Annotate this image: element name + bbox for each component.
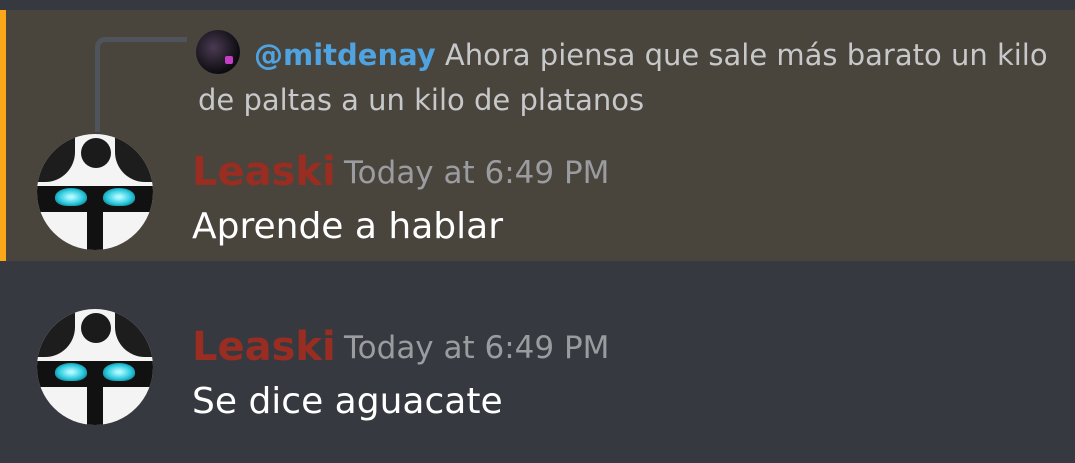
username[interactable]: Leaski (192, 150, 336, 194)
reply-preview[interactable]: @mitdenay Ahora piensa que sale más bara… (198, 33, 1058, 123)
reply-connector (95, 37, 187, 132)
message[interactable]: Leaski Today at 6:49 PM Se dice aguacate (0, 261, 1075, 463)
message-highlighted[interactable]: @mitdenay Ahora piensa que sale más bara… (0, 10, 1075, 261)
author-avatar[interactable] (37, 134, 153, 250)
reply-mention[interactable]: @mitdenay (254, 38, 436, 72)
timestamp[interactable]: Today at 6:49 PM (344, 326, 609, 370)
username[interactable]: Leaski (192, 325, 336, 369)
message-content: Se dice aguacate (192, 381, 503, 422)
timestamp[interactable]: Today at 6:49 PM (344, 151, 609, 195)
message-content: Aprende a hablar (192, 206, 503, 247)
author-avatar[interactable] (37, 309, 153, 425)
